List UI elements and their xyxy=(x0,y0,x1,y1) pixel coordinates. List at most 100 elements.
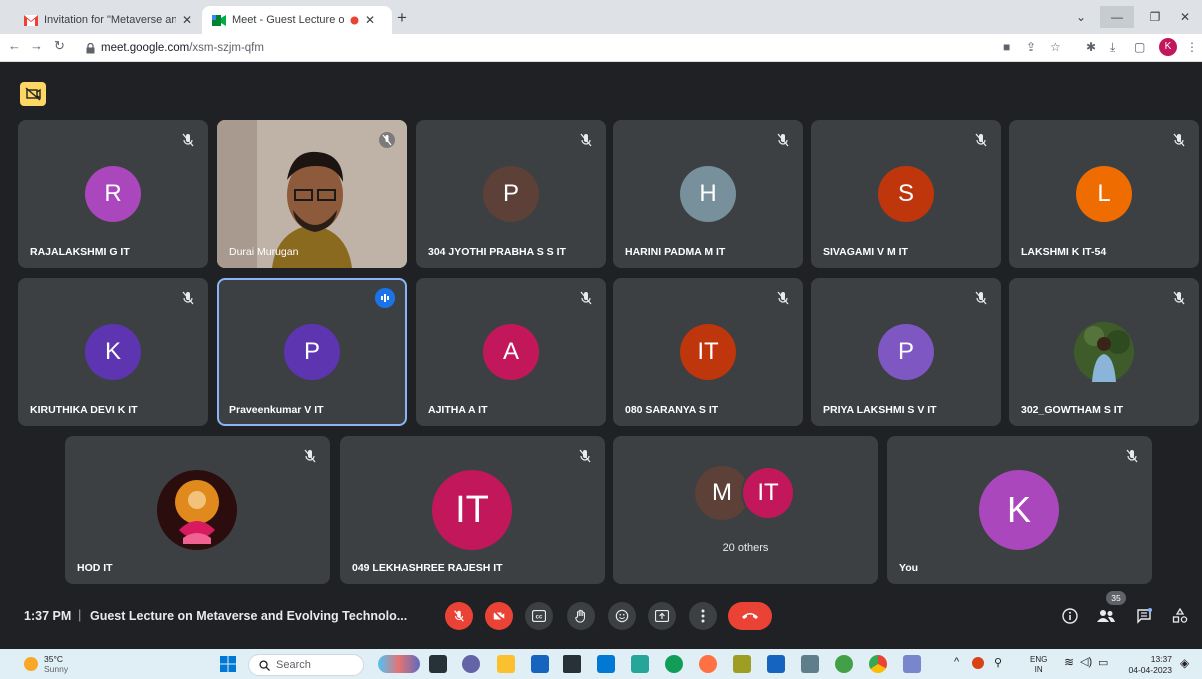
present-screen-button[interactable] xyxy=(648,602,676,630)
activities-button[interactable] xyxy=(1170,606,1190,626)
app-icon[interactable] xyxy=(835,655,853,673)
people-button[interactable] xyxy=(1096,606,1116,626)
hang-up-icon xyxy=(742,613,758,619)
tab-title: Meet - Guest Lecture on Met xyxy=(232,14,344,26)
forward-icon[interactable]: → xyxy=(30,38,43,53)
avatar: P xyxy=(284,324,340,380)
participant-tile[interactable]: 302_GOWTHAM S IT xyxy=(1009,278,1199,426)
captions-button[interactable]: cc xyxy=(525,602,553,630)
tab-meet[interactable]: Meet - Guest Lecture on Met ✕ xyxy=(202,6,392,34)
participant-tile[interactable]: R RAJALAKSHMI G IT xyxy=(18,120,208,268)
chrome-icon[interactable] xyxy=(869,655,887,673)
teams-chat-icon[interactable] xyxy=(462,655,480,673)
participant-name: HARINI PADMA M IT xyxy=(625,246,726,258)
recording-dot-icon xyxy=(350,16,359,25)
others-tile[interactable]: M IT 20 others xyxy=(613,436,878,584)
wifi-icon[interactable]: ≋ xyxy=(1064,655,1074,669)
notifications-icon[interactable]: ◈ xyxy=(1180,656,1189,670)
chat-button[interactable] xyxy=(1134,606,1154,626)
avatar: K xyxy=(979,470,1059,550)
lock-icon xyxy=(86,42,95,54)
participant-tile[interactable]: P 304 JYOTHI PRABHA S S IT xyxy=(416,120,606,268)
profile-avatar[interactable]: K xyxy=(1159,38,1177,56)
app-icon[interactable] xyxy=(903,655,921,673)
volume-icon[interactable]: ◁) xyxy=(1080,655,1092,668)
firefox-icon[interactable] xyxy=(699,655,717,673)
reload-icon[interactable]: ↻ xyxy=(54,38,65,54)
participant-name: RAJALAKSHMI G IT xyxy=(30,246,130,258)
participant-name: LAKSHMI K IT-54 xyxy=(1021,246,1107,258)
share-icon[interactable]: ⇪ xyxy=(1026,40,1036,54)
language-indicator[interactable]: ENG IN xyxy=(1030,655,1047,675)
participant-tile[interactable]: S SIVAGAMI V M IT xyxy=(811,120,1001,268)
leave-call-button[interactable] xyxy=(728,602,772,630)
participant-tile[interactable]: H HARINI PADMA M IT xyxy=(613,120,803,268)
url-field[interactable]: meet.google.com/xsm-szjm-qfm xyxy=(86,37,986,59)
tab-gmail[interactable]: Invitation for "Metaverse and Evo ✕ xyxy=(14,6,202,34)
windows-start-icon[interactable] xyxy=(220,656,236,672)
search-placeholder: Search xyxy=(276,659,311,671)
mic-off-icon xyxy=(379,132,395,148)
store-icon[interactable] xyxy=(597,655,615,673)
participant-tile[interactable]: IT 049 LEKHASHREE RAJESH IT xyxy=(340,436,605,584)
avatar: R xyxy=(85,166,141,222)
participant-name: Praveenkumar V IT xyxy=(229,404,324,416)
usb-icon[interactable]: ⚲ xyxy=(994,656,1002,669)
restore-icon[interactable]: ❐ xyxy=(1138,6,1172,28)
app-icon[interactable] xyxy=(631,655,649,673)
back-icon[interactable]: ← xyxy=(8,38,21,53)
participant-tile[interactable]: HOD IT xyxy=(65,436,330,584)
close-tab-icon[interactable]: ✕ xyxy=(182,13,192,27)
mic-toggle-button[interactable] xyxy=(445,602,473,630)
minimize-icon[interactable]: — xyxy=(1100,6,1134,28)
raise-hand-button[interactable] xyxy=(567,602,595,630)
info-icon xyxy=(1062,608,1078,624)
file-explorer-icon[interactable] xyxy=(497,655,515,673)
participant-tile[interactable]: IT 080 SARANYA S IT xyxy=(613,278,803,426)
app-icon[interactable] xyxy=(531,655,549,673)
tab-strip: Invitation for "Metaverse and Evo ✕ Meet… xyxy=(0,0,1202,34)
participant-tile[interactable]: P PRIYA LAKSHMI S V IT xyxy=(811,278,1001,426)
edge-icon[interactable] xyxy=(665,655,683,673)
close-tab-icon[interactable]: ✕ xyxy=(365,13,375,27)
tab-search-icon[interactable]: ⌄ xyxy=(1064,6,1098,28)
participant-tile-speaking[interactable]: P Praveenkumar V IT xyxy=(217,278,407,426)
speaking-indicator-icon xyxy=(375,288,395,308)
tray-app-icon[interactable] xyxy=(972,657,984,669)
battery-icon[interactable]: ▭ xyxy=(1098,656,1108,669)
camera-off-icon xyxy=(25,87,41,101)
more-options-button[interactable] xyxy=(689,602,717,630)
taskbar-search[interactable]: Search xyxy=(248,654,364,676)
new-tab-icon[interactable]: + xyxy=(397,8,407,28)
self-tile[interactable]: K You xyxy=(887,436,1152,584)
app-icon[interactable] xyxy=(801,655,819,673)
avatar: H xyxy=(680,166,736,222)
participant-tile[interactable]: K KIRUTHIKA DEVI K IT xyxy=(18,278,208,426)
weather-widget[interactable]: 35°C Sunny xyxy=(24,654,68,674)
side-panel-icon[interactable]: ▢ xyxy=(1134,40,1145,54)
participant-name: PRIYA LAKSHMI S V IT xyxy=(823,404,937,416)
menu-kebab-icon[interactable]: ⋮ xyxy=(1186,40,1198,54)
camera-toggle-button[interactable] xyxy=(485,602,513,630)
chevron-up-icon[interactable]: ^ xyxy=(954,656,959,668)
participant-tile[interactable]: L LAKSHMI K IT-54 xyxy=(1009,120,1199,268)
captions-off-button[interactable] xyxy=(20,82,46,106)
task-view-icon[interactable] xyxy=(429,655,447,673)
close-window-icon[interactable]: ✕ xyxy=(1168,6,1202,28)
bookmark-star-icon[interactable]: ☆ xyxy=(1050,40,1061,54)
participant-tile[interactable]: A AJITHA A IT xyxy=(416,278,606,426)
camera-indicator-icon[interactable]: ■ xyxy=(1003,40,1010,54)
mic-off-icon xyxy=(777,291,789,305)
people-icon xyxy=(1097,610,1115,622)
pen-widget-icon[interactable] xyxy=(378,655,420,673)
app-icon[interactable] xyxy=(767,655,785,673)
meeting-info-button[interactable] xyxy=(1060,606,1080,626)
dropbox-icon[interactable] xyxy=(563,655,581,673)
participant-tile-video[interactable]: Durai Murugan xyxy=(217,120,407,268)
extensions-icon[interactable]: ✱ xyxy=(1086,40,1096,54)
download-icon[interactable]: ⤓ xyxy=(1110,40,1115,55)
reactions-button[interactable] xyxy=(608,602,636,630)
system-clock[interactable]: 13:37 04-04-2023 xyxy=(1122,654,1172,676)
app-icon[interactable] xyxy=(733,655,751,673)
hand-icon xyxy=(575,609,586,623)
